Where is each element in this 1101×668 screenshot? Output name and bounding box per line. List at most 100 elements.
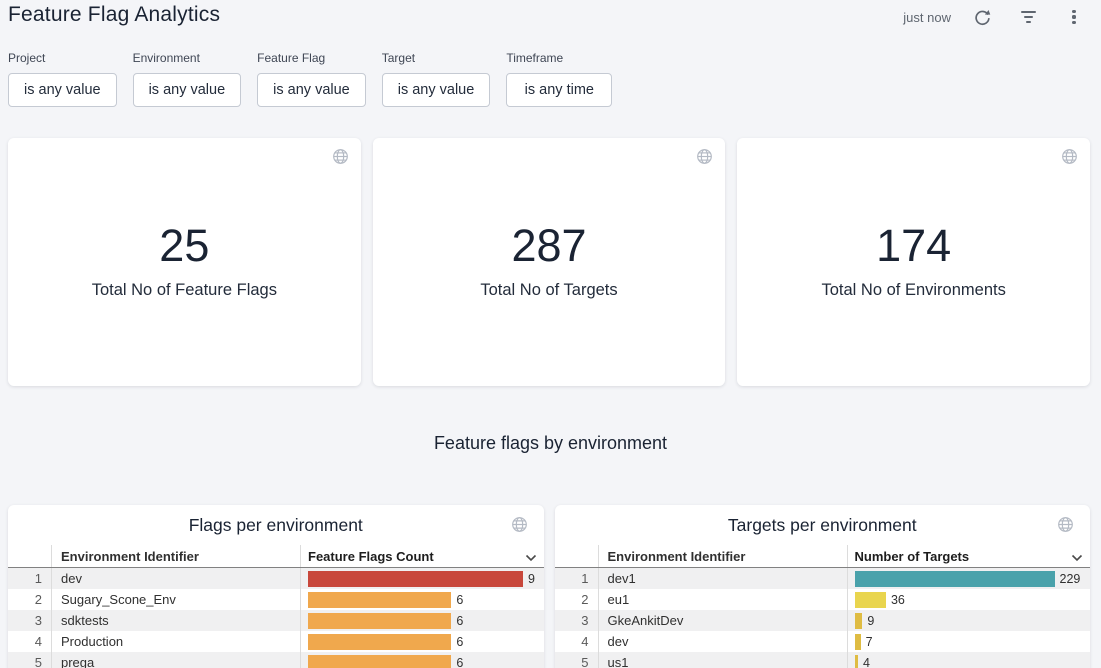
filter-label: Environment [133, 51, 200, 65]
kebab-dots-glyph [1072, 10, 1075, 25]
chevron-down-icon[interactable] [525, 550, 537, 565]
table-title: Targets per environment [555, 505, 1091, 536]
refresh-icon[interactable] [971, 6, 993, 28]
top-bar: Feature Flag Analytics just now [0, 0, 1101, 40]
row-number: 5 [8, 652, 52, 668]
kpi-row: 25 Total No of Feature Flags 287 Total N… [8, 138, 1090, 386]
kpi-card-environments: 174 Total No of Environments [737, 138, 1090, 386]
environment-cell: eu1 [599, 589, 848, 610]
column-header-count[interactable]: Number of Targets [848, 545, 1091, 567]
column-header-environment[interactable]: Environment Identifier [599, 545, 848, 567]
globe-icon[interactable] [511, 516, 528, 538]
bar-value: 6 [456, 656, 463, 668]
filter-chip-target[interactable]: is any value [382, 73, 491, 107]
bar [308, 634, 451, 650]
row-number: 2 [8, 589, 52, 610]
table-row[interactable]: 1 dev1 229 [555, 568, 1091, 589]
bar-value: 7 [866, 635, 873, 649]
targets-table: Environment Identifier Number of Targets… [555, 545, 1091, 668]
flags-table: Environment Identifier Feature Flags Cou… [8, 545, 544, 668]
kebab-menu-icon[interactable] [1063, 6, 1085, 28]
targets-per-environment-card: Targets per environment Environment Iden… [555, 505, 1091, 668]
table-row[interactable]: 4 dev 7 [555, 631, 1091, 652]
row-number: 2 [555, 589, 599, 610]
bar-value: 229 [1060, 572, 1081, 586]
refresh-status: just now [903, 10, 951, 25]
environment-cell: prega [52, 652, 301, 668]
section-title: Feature flags by environment [0, 433, 1101, 454]
bar [308, 613, 451, 629]
table-row[interactable]: 3 sdktests 6 [8, 610, 544, 631]
filter-icon[interactable] [1017, 6, 1039, 28]
tables-row: Flags per environment Environment Identi… [8, 505, 1090, 668]
filter-label: Project [8, 51, 45, 65]
environment-cell: us1 [599, 652, 848, 668]
table-row[interactable]: 5 prega 6 [8, 652, 544, 668]
table-row[interactable]: 5 us1 4 [555, 652, 1091, 668]
environment-cell: Production [52, 631, 301, 652]
bar [855, 634, 861, 650]
kpi-value: 174 [876, 222, 951, 269]
environment-cell: GkeAnkitDev [599, 610, 848, 631]
bar-value: 4 [863, 656, 870, 668]
environment-cell: dev [52, 568, 301, 589]
table-row[interactable]: 3 GkeAnkitDev 9 [555, 610, 1091, 631]
bar-value: 9 [867, 614, 874, 628]
environment-cell: sdktests [52, 610, 301, 631]
globe-icon[interactable] [696, 148, 713, 170]
bar-value: 6 [456, 635, 463, 649]
bar [855, 613, 863, 629]
bar [855, 571, 1055, 587]
row-number-header [8, 545, 52, 567]
bar [308, 571, 523, 587]
filter-chip-environment[interactable]: is any value [133, 73, 242, 107]
bar-value: 36 [891, 593, 905, 607]
filter-chip-feature-flag[interactable]: is any value [257, 73, 366, 107]
table-row[interactable]: 2 Sugary_Scone_Env 6 [8, 589, 544, 610]
row-number: 4 [555, 631, 599, 652]
bar [308, 655, 451, 668]
kpi-label: Total No of Feature Flags [92, 281, 277, 300]
chevron-down-icon[interactable] [1071, 550, 1083, 565]
table-row[interactable]: 4 Production 6 [8, 631, 544, 652]
bar-value: 6 [456, 614, 463, 628]
filter-label: Feature Flag [257, 51, 325, 65]
top-bar-actions: just now [903, 6, 1085, 28]
table-row[interactable]: 2 eu1 36 [555, 589, 1091, 610]
globe-icon[interactable] [332, 148, 349, 170]
filter-lines-glyph [1021, 11, 1036, 23]
row-number: 3 [555, 610, 599, 631]
kpi-value: 287 [511, 222, 586, 269]
column-header-label: Number of Targets [855, 549, 970, 564]
filter-group-timeframe: Timeframe is any time [506, 51, 612, 107]
column-header-environment[interactable]: Environment Identifier [52, 545, 301, 567]
globe-icon[interactable] [1057, 516, 1074, 538]
bar [855, 655, 858, 668]
bar [855, 592, 886, 608]
column-header-count[interactable]: Feature Flags Count [301, 545, 544, 567]
globe-icon[interactable] [1061, 148, 1078, 170]
table-header-row: Environment Identifier Number of Targets [555, 545, 1091, 568]
column-header-label: Feature Flags Count [308, 549, 434, 564]
bar-value: 9 [528, 572, 535, 586]
page-title: Feature Flag Analytics [8, 3, 220, 27]
row-number-header [555, 545, 599, 567]
row-number: 5 [555, 652, 599, 668]
row-number: 1 [555, 568, 599, 589]
table-header-row: Environment Identifier Feature Flags Cou… [8, 545, 544, 568]
kpi-label: Total No of Targets [480, 281, 617, 300]
filter-label: Target [382, 51, 415, 65]
filter-chip-project[interactable]: is any value [8, 73, 117, 107]
filter-group-feature-flag: Feature Flag is any value [257, 51, 366, 107]
kpi-card-targets: 287 Total No of Targets [373, 138, 726, 386]
table-title: Flags per environment [8, 505, 544, 536]
table-row[interactable]: 1 dev 9 [8, 568, 544, 589]
filter-chip-timeframe[interactable]: is any time [506, 73, 612, 107]
filter-group-target: Target is any value [382, 51, 491, 107]
kpi-label: Total No of Environments [822, 281, 1006, 300]
filter-bar: Project is any value Environment is any … [8, 51, 612, 107]
filter-group-project: Project is any value [8, 51, 117, 107]
row-number: 3 [8, 610, 52, 631]
kpi-value: 25 [159, 222, 209, 269]
environment-cell: dev [599, 631, 848, 652]
